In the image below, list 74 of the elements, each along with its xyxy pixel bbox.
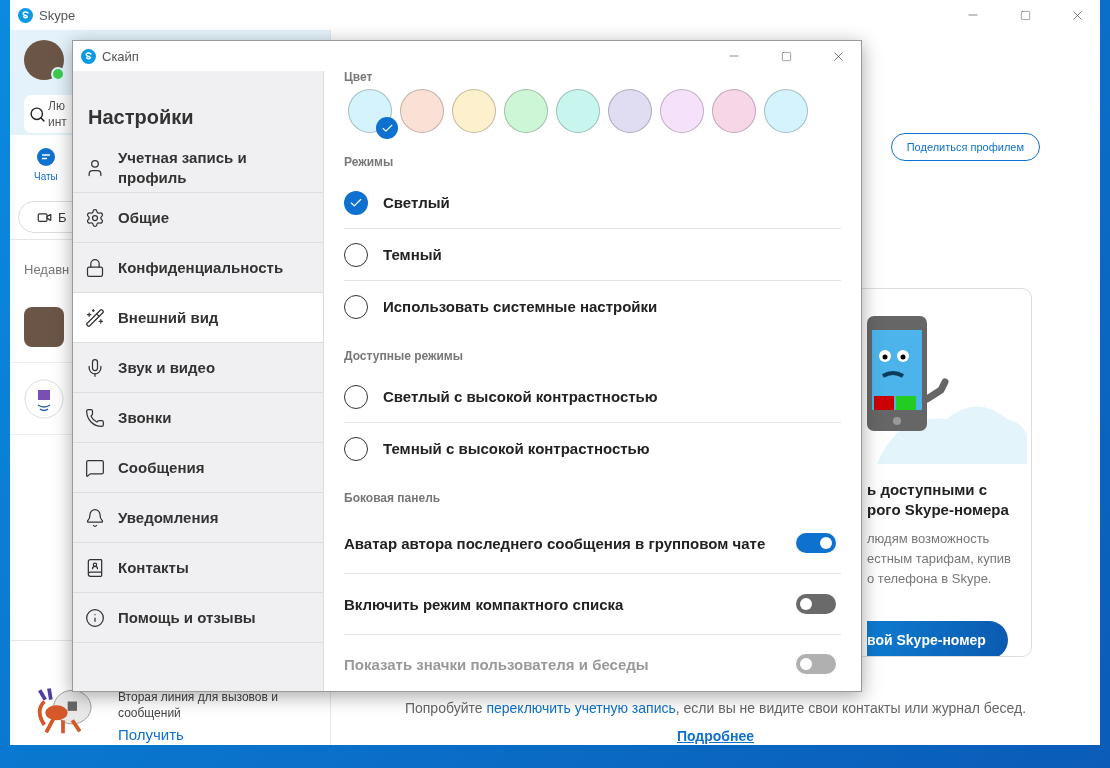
lock-icon [85,257,105,278]
magic-wand-icon [85,307,105,328]
settings-nav-item[interactable]: Уведомления [73,493,323,543]
settings-nav-item[interactable]: Звук и видео [73,343,323,393]
toggle-switch[interactable] [796,533,836,553]
settings-nav-item[interactable]: Общие [73,193,323,243]
radio-button[interactable] [344,242,368,267]
bell-icon [85,507,105,528]
skype-logo-icon [81,48,96,64]
search-icon [29,105,46,123]
contact-book-icon [85,557,105,578]
switch-account-link[interactable]: переключить учетную запись [486,700,676,716]
avatar[interactable] [24,40,64,80]
option-label: Светлый с высокой контрастностью [383,388,658,405]
settings-nav-item[interactable]: Сообщения [73,443,323,493]
section-heading: Боковая панель [344,492,441,504]
get-link[interactable]: Получить [118,726,298,744]
settings-nav-item[interactable]: Помощь и отзывы [73,593,323,643]
window-title: Skype [39,7,76,23]
promo-title: ь доступными с [867,480,988,500]
skype-logo-icon [18,7,33,23]
option-label: Темный [383,246,442,263]
chat-icon [35,146,56,167]
settings-heading: Настройки [87,105,195,130]
promo-text: о телефона в Skype. [867,570,992,588]
chat-avatar[interactable] [24,306,64,347]
settings-nav-item[interactable]: Звонки [73,393,323,443]
phone-icon [85,407,105,428]
color-swatch[interactable] [452,89,496,133]
bot-avatar-icon [24,378,64,419]
color-swatch[interactable] [400,89,444,133]
switch-account-hint: Попробуйте переключить учетную запись, если вы не видите свои контакты или журнал бесед. [404,700,1027,716]
color-swatch[interactable] [712,89,756,133]
dialog-title: Скайп [102,48,139,64]
color-swatch[interactable] [660,89,704,133]
radio-button[interactable] [344,384,368,409]
chats-tab[interactable]: Чаты [34,146,58,182]
color-swatch[interactable] [556,89,600,133]
option-label: Аватар автора последнего сообщения в групповом чате [344,534,766,552]
promo-title: рого Skype-номера [867,500,1009,520]
maximize-icon [780,50,792,62]
chat-bubble-icon [85,457,105,478]
radio-button[interactable] [344,436,368,461]
selected-check-badge [376,117,398,139]
recent-heading: Недавн [24,262,70,277]
info-icon [85,607,105,628]
section-heading: Режимы [344,156,394,168]
color-swatch[interactable] [764,89,808,133]
option-label: Показать значки пользователя и беседы [344,655,649,673]
promo-text: естным тарифам, купив [867,550,1011,568]
option-label: Включить режим компактного списка [344,595,624,613]
settings-nav-item[interactable]: Контакты [73,543,323,593]
option-label: Темный с высокой контрастностью [383,440,650,457]
gear-icon [85,207,105,228]
option-label: Светлый [383,194,450,211]
color-swatch[interactable] [348,89,392,133]
online-status-dot [51,67,65,81]
radio-button[interactable] [344,294,368,319]
settings-nav-item[interactable]: Учетная запись и профиль [73,143,323,193]
color-heading: Цвет [344,71,373,83]
learn-more-link[interactable]: Подробнее [676,728,755,744]
section-heading: Доступные режимы [344,350,463,362]
search-placeholder: Лю инт [48,98,68,130]
maximize-icon [1019,9,1031,21]
radio-button[interactable] [344,190,368,215]
share-profile-button[interactable]: Поделиться профилем [890,133,1040,161]
color-swatch[interactable] [504,89,548,133]
option-label: Использовать системные настройки [383,298,658,315]
get-number-button[interactable]: вой Skype-номер [867,621,1008,656]
color-swatch[interactable] [608,89,652,133]
toggle-switch[interactable] [796,594,836,614]
settings-nav-item[interactable]: Внешний вид [73,293,323,343]
promo-text: людям возможность [867,530,990,548]
second-line-description: Вторая линия для вызовов и сообщений [118,689,279,721]
